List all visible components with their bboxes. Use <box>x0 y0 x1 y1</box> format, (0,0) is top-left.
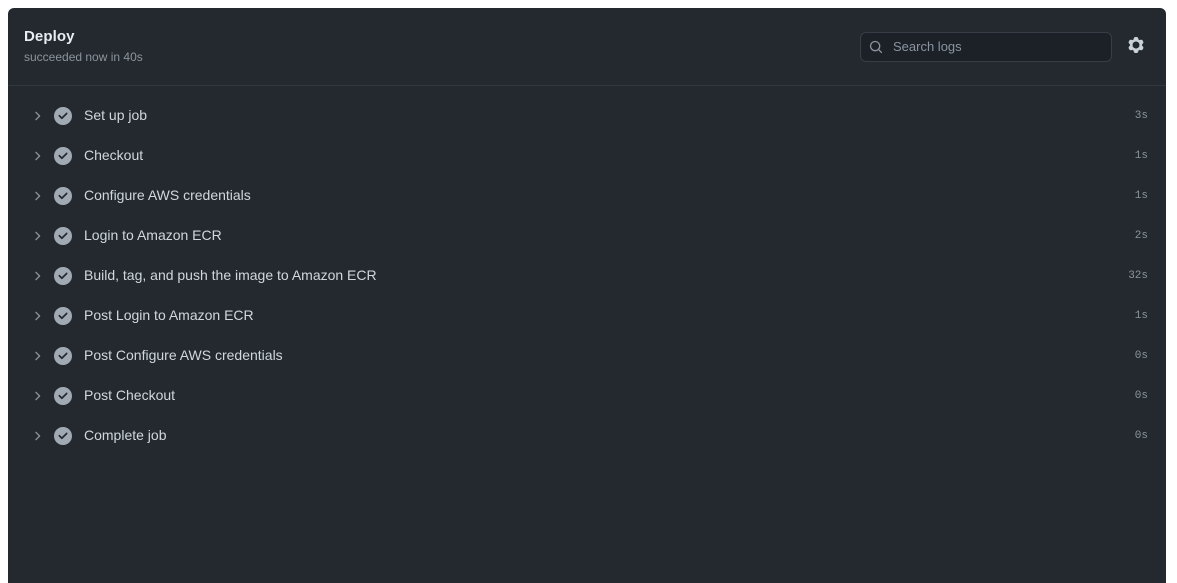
chevron-right-icon[interactable] <box>30 429 44 443</box>
search-logs-container <box>860 31 1112 62</box>
gear-icon <box>1128 37 1144 56</box>
step-row[interactable]: Configure AWS credentials 1s <box>8 176 1166 216</box>
step-label: Set up job <box>84 107 148 124</box>
step-duration: 0s <box>1134 390 1148 402</box>
chevron-right-icon[interactable] <box>30 389 44 403</box>
log-panel: Deploy succeeded now in 40s Search logs … <box>8 8 1166 583</box>
steps-list: Set up job 3s Checkout 1s Configure AWS cred… <box>8 86 1166 456</box>
search-input[interactable] <box>860 31 1112 62</box>
step-row[interactable]: Post Configure AWS credentials 0s <box>8 336 1166 376</box>
step-duration: 1s <box>1134 150 1148 162</box>
step-row[interactable]: Login to Amazon ECR 2s <box>8 216 1166 256</box>
step-row[interactable]: Complete job 0s <box>8 416 1166 456</box>
chevron-right-icon[interactable] <box>30 149 44 163</box>
step-label: Post Checkout <box>84 387 176 404</box>
log-header: Deploy succeeded now in 40s <box>8 8 1166 86</box>
step-duration: 2s <box>1134 230 1148 242</box>
chevron-right-icon[interactable] <box>30 349 44 363</box>
chevron-right-icon[interactable] <box>30 189 44 203</box>
step-label: Configure AWS credentials <box>84 187 251 204</box>
job-status-text: succeeded now in 40s <box>24 49 143 64</box>
chevron-right-icon[interactable] <box>30 309 44 323</box>
step-duration: 1s <box>1134 310 1148 322</box>
step-duration: 0s <box>1134 430 1148 442</box>
step-label: Post Configure AWS credentials <box>84 347 283 364</box>
check-circle-icon <box>54 427 72 445</box>
job-summary: Deploy succeeded now in 40s <box>24 28 860 65</box>
check-circle-icon <box>54 187 72 205</box>
check-circle-icon <box>54 227 72 245</box>
step-row[interactable]: Build, tag, and push the image to Amazon… <box>8 256 1166 296</box>
header-actions <box>860 31 1150 62</box>
check-circle-icon <box>54 307 72 325</box>
workflow-job-log-viewer: Deploy succeeded now in 40s Search logs … <box>0 0 1177 583</box>
chevron-right-icon[interactable] <box>30 269 44 283</box>
step-duration: 1s <box>1134 190 1148 202</box>
chevron-right-icon[interactable] <box>30 229 44 243</box>
step-label: Login to Amazon ECR <box>84 227 222 244</box>
step-row[interactable]: Post Checkout 0s <box>8 376 1166 416</box>
step-duration: 32s <box>1128 270 1148 282</box>
chevron-right-icon[interactable] <box>30 109 44 123</box>
check-circle-icon <box>54 347 72 365</box>
step-row[interactable]: Checkout 1s <box>8 136 1166 176</box>
step-duration: 0s <box>1134 350 1148 362</box>
step-row[interactable]: Post Login to Amazon ECR 1s <box>8 296 1166 336</box>
step-duration: 3s <box>1134 110 1148 122</box>
step-label: Checkout <box>84 147 144 164</box>
step-label: Complete job <box>84 427 167 444</box>
step-row[interactable]: Set up job 3s <box>8 96 1166 136</box>
step-label: Build, tag, and push the image to Amazon… <box>84 267 377 284</box>
gear-icon-button[interactable] <box>1122 33 1150 61</box>
check-circle-icon <box>54 147 72 165</box>
step-label: Post Login to Amazon ECR <box>84 307 254 324</box>
page-title: Deploy <box>24 27 75 45</box>
check-circle-icon <box>54 387 72 405</box>
check-circle-icon <box>54 107 72 125</box>
check-circle-icon <box>54 267 72 285</box>
